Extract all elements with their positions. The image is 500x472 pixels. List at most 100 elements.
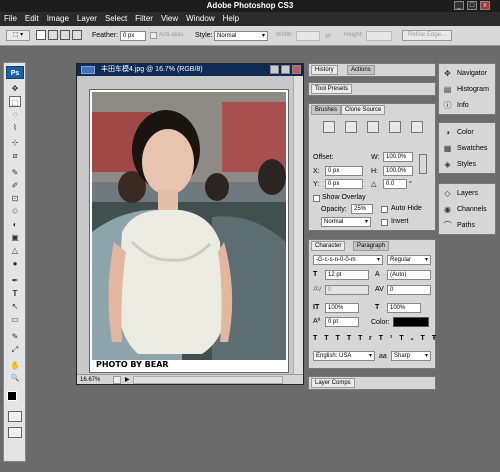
swap-icon[interactable]: ⇄ [325, 32, 331, 40]
blur-tool-icon[interactable]: △ [9, 245, 21, 256]
foreground-color-swatch[interactable] [7, 391, 17, 401]
height-input[interactable] [366, 31, 392, 41]
menu-filter[interactable]: Filter [131, 12, 157, 25]
style-select[interactable]: Normal ▾ [214, 31, 268, 41]
invert-checkbox[interactable] [381, 219, 388, 226]
maximize-button[interactable]: □ [467, 1, 477, 10]
selection-mode-icons[interactable] [36, 30, 84, 41]
path-selection-tool-icon[interactable]: ↖ [9, 301, 21, 312]
all-caps-button[interactable]: TT [336, 335, 359, 342]
vertical-scale-input[interactable]: 100% [325, 303, 359, 313]
clone-source-5-button[interactable] [411, 121, 423, 133]
tracking-input[interactable]: 0 [387, 285, 431, 295]
clone-angle-input[interactable]: 0.0 [383, 179, 407, 189]
antialias-select[interactable]: Sharp ▾ [391, 351, 431, 361]
marquee-tool-icon[interactable]: ⬚ [9, 96, 21, 107]
small-caps-button[interactable]: Tr [358, 335, 379, 342]
clone-source-4-button[interactable] [389, 121, 401, 133]
language-select[interactable]: English: USA ▾ [313, 351, 375, 361]
document-title-bar[interactable]: 丰田车模4.jpg @ 16.7% (RGB/8) [77, 64, 303, 76]
dock-histogram[interactable]: ▤ Histogram [439, 82, 495, 98]
clone-source-2-button[interactable] [345, 121, 357, 133]
clone-h-input[interactable]: 100.0% [383, 166, 413, 176]
brush-tool-icon[interactable]: ✐ [9, 180, 21, 191]
refine-edge-button[interactable]: Refine Edge... [402, 30, 452, 41]
zoom-level[interactable]: 16.67% [77, 377, 100, 383]
lasso-tool-icon[interactable]: ◌ [9, 109, 21, 120]
healing-brush-tool-icon[interactable]: ✎ [9, 167, 21, 178]
strikethrough-button[interactable]: Ŧ [432, 335, 443, 342]
link-icon[interactable] [419, 154, 427, 174]
font-style-select[interactable]: Regular ▾ [387, 255, 431, 265]
menu-file[interactable]: File [0, 12, 21, 25]
zoom-tool-icon[interactable]: 🔍 [9, 373, 21, 384]
doc-minimize-button[interactable] [270, 65, 279, 74]
move-tool-icon[interactable]: ✥ [9, 83, 21, 94]
photo-canvas[interactable]: PHOTO BY BEAR [89, 89, 289, 373]
feather-input[interactable]: 0 px [120, 31, 146, 41]
shape-tool-icon[interactable]: ▭ [9, 314, 21, 325]
quick-mask-icon[interactable] [8, 411, 22, 422]
opacity-input[interactable]: 25% [351, 204, 373, 214]
minimize-button[interactable]: _ [454, 1, 464, 10]
dock-layers[interactable]: ◇ Layers [439, 186, 495, 202]
clone-source-1-button[interactable] [323, 121, 335, 133]
text-color-swatch[interactable] [393, 317, 429, 327]
show-overlay-checkbox[interactable] [313, 195, 320, 202]
faux-bold-button[interactable]: T [313, 335, 324, 342]
vertical-scrollbar[interactable] [293, 76, 303, 374]
auto-hide-checkbox[interactable] [381, 206, 388, 213]
tab-character[interactable]: Character [311, 241, 346, 251]
dock-styles[interactable]: ◈ Styles [439, 157, 495, 173]
clone-y-input[interactable]: 0 px [325, 179, 363, 189]
slice-tool-icon[interactable]: ⧄ [9, 150, 21, 161]
tool-preset-picker[interactable]: ⬚ ▾ [6, 30, 30, 41]
kerning-input[interactable]: 0 [325, 285, 369, 295]
superscript-button[interactable]: T¹ [379, 335, 400, 342]
hand-tool-icon[interactable]: ✋ [9, 360, 21, 371]
tab-brushes[interactable]: Brushes [311, 105, 342, 115]
tab-history[interactable]: History [311, 65, 338, 75]
dodge-tool-icon[interactable]: ● [9, 258, 21, 269]
dock-navigator[interactable]: ✥ Navigator [439, 66, 495, 82]
baseline-shift-input[interactable]: 0 pt [325, 317, 359, 327]
tab-clone-source[interactable]: Clone Source [341, 105, 386, 115]
leading-input[interactable]: (Auto) [387, 270, 431, 280]
menu-window[interactable]: Window [182, 12, 218, 25]
dock-color[interactable]: ◑ Color [439, 125, 495, 141]
underline-button[interactable]: T [421, 335, 432, 342]
faux-italic-button[interactable]: T [324, 335, 335, 342]
tab-paragraph[interactable]: Paragraph [353, 241, 390, 251]
horizontal-scrollbar[interactable] [133, 376, 283, 384]
tab-layer-comps[interactable]: Layer Comps [311, 378, 355, 388]
clone-stamp-tool-icon[interactable]: ⊡ [9, 193, 21, 204]
text-style-buttons[interactable]: TTTTTrT¹T₁TŦ [313, 335, 436, 345]
tab-tool-presets[interactable]: Tool Presets [311, 84, 353, 94]
status-info-icon[interactable] [113, 376, 121, 384]
close-button[interactable]: x [480, 1, 490, 10]
screen-mode-icon[interactable] [8, 427, 22, 438]
menu-edit[interactable]: Edit [21, 12, 43, 25]
pen-tool-icon[interactable]: ✒ [9, 275, 21, 286]
menu-layer[interactable]: Layer [73, 12, 101, 25]
font-size-input[interactable]: 12 pt [325, 270, 369, 280]
width-input[interactable] [296, 31, 320, 41]
antialias-checkbox[interactable] [150, 32, 157, 39]
menu-help[interactable]: Help [219, 12, 243, 25]
status-menu-arrow[interactable]: ▶ [125, 375, 130, 385]
type-tool-icon[interactable]: T [9, 288, 21, 299]
dock-info[interactable]: ⓘ Info [439, 98, 495, 114]
horizontal-scale-input[interactable]: 100% [387, 303, 421, 313]
gradient-tool-icon[interactable]: ▣ [9, 232, 21, 243]
crop-tool-icon[interactable]: ⊹ [9, 137, 21, 148]
doc-maximize-button[interactable] [281, 65, 290, 74]
menu-select[interactable]: Select [101, 12, 131, 25]
font-family-select[interactable]: -G-c-s-n-0-0-m ▾ [313, 255, 383, 265]
history-brush-tool-icon[interactable]: ♲ [9, 206, 21, 217]
magic-wand-tool-icon[interactable]: ⌇ [9, 122, 21, 133]
menu-view[interactable]: View [157, 12, 182, 25]
tab-actions[interactable]: Actions [347, 65, 375, 75]
eraser-tool-icon[interactable]: ◐ [9, 219, 21, 230]
dock-swatches[interactable]: ▦ Swatches [439, 141, 495, 157]
dock-paths[interactable]: ⌒ Paths [439, 218, 495, 234]
